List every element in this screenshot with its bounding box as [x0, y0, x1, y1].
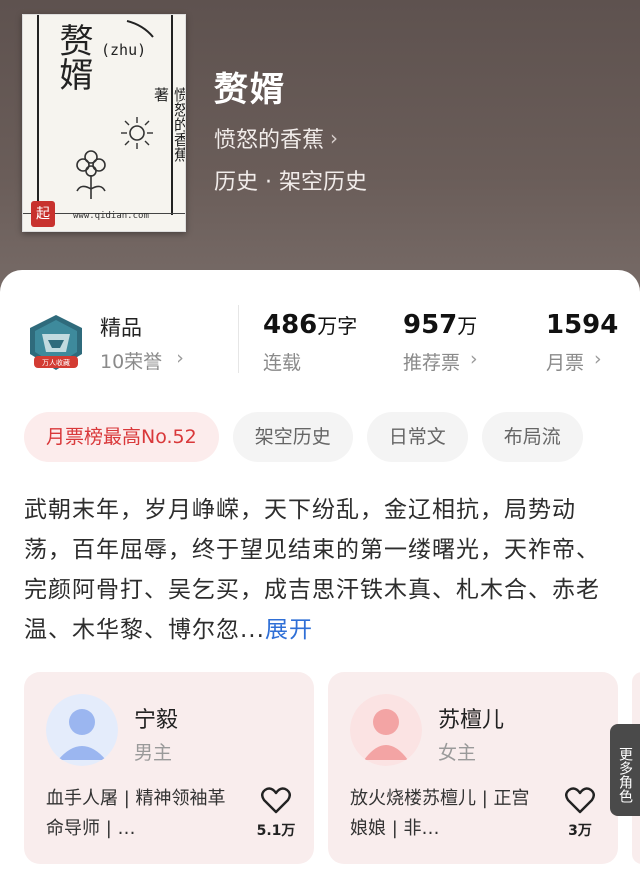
- recommend-label: 推荐票: [403, 352, 461, 374]
- like-count: 3万: [568, 823, 592, 839]
- monthly-label: 月票: [546, 352, 585, 374]
- tag-chip[interactable]: 架空历史: [232, 412, 353, 462]
- recommend-value: 957: [403, 310, 458, 340]
- book-genre[interactable]: 历史 · 架空历史: [214, 164, 367, 196]
- honors-count: 10荣誉: [100, 351, 163, 373]
- tag-chip[interactable]: 月票榜最高No.52: [24, 412, 219, 462]
- quality-title: 精品: [100, 316, 142, 340]
- more-roles-button[interactable]: 更多角色: [610, 724, 640, 816]
- synopsis: 武朝末年，岁月峥嵘，天下纷乱，金辽相抗，局势动荡，百年屈辱，终于望见结束的第一缕…: [24, 490, 620, 650]
- stat-recommend[interactable]: 957万 推荐票 ›: [403, 310, 478, 375]
- heart-icon: [565, 787, 595, 814]
- role-desc: 放火烧楼苏檀儿 | 正宫娘娘 | 非…: [350, 788, 530, 839]
- author-link[interactable]: 愤怒的香蕉 ›: [214, 122, 338, 154]
- recommend-unit: 万: [457, 314, 478, 338]
- book-cover[interactable]: 赘婿 (zhu) 愤怒的香蕉著 起 www.qidian.com: [22, 14, 186, 232]
- cover-site: www.qidian.com: [73, 211, 149, 221]
- svg-text:万人收藏: 万人收藏: [42, 358, 70, 367]
- like-button[interactable]: 5.1万: [252, 786, 300, 840]
- author-name: 愤怒的香蕉: [214, 128, 325, 153]
- role-card[interactable]: 宁毅 男主 血手人屠 | 精神领袖革命导师 | … 5.1万: [24, 672, 314, 864]
- cover-author: 愤怒的香蕉著: [152, 87, 186, 162]
- flower-icon: [76, 150, 106, 199]
- stat-words: 486万字 连载: [263, 310, 357, 375]
- avatar: [350, 694, 422, 766]
- like-count: 5.1万: [256, 823, 296, 839]
- stat-monthly[interactable]: 1594 月票 ›: [546, 310, 618, 375]
- cover-title: 赘婿: [53, 23, 93, 91]
- role-name: 宁毅: [134, 708, 179, 733]
- divider: [238, 305, 239, 373]
- sun-icon: [121, 117, 153, 149]
- flourish-icon: [126, 20, 154, 38]
- expand-link[interactable]: 展开: [265, 617, 313, 643]
- role-type: 女主: [438, 742, 477, 764]
- honors-link[interactable]: 10荣誉 ›: [100, 347, 184, 374]
- avatar: [46, 694, 118, 766]
- chevron-right-icon: ›: [470, 348, 478, 370]
- book-title: 赘婿: [214, 70, 286, 110]
- words-label: 连载: [263, 352, 302, 374]
- cover-stamp: 起: [31, 201, 55, 227]
- role-desc: 血手人屠 | 精神领袖革命导师 | …: [46, 788, 226, 839]
- chevron-right-icon: ›: [176, 347, 184, 369]
- words-unit: 万字: [317, 314, 358, 338]
- chevron-right-icon: ›: [594, 348, 602, 370]
- chevron-right-icon: ›: [330, 126, 339, 150]
- quality-badge-icon[interactable]: 万人收藏: [24, 312, 88, 376]
- role-name: 苏檀儿: [438, 708, 505, 733]
- tag-chip[interactable]: 日常文: [366, 412, 468, 462]
- tag-chip[interactable]: 布局流: [481, 412, 583, 462]
- heart-icon: [261, 787, 291, 814]
- role-card[interactable]: 苏檀儿 女主 放火烧楼苏檀儿 | 正宫娘娘 | 非… 3万: [328, 672, 618, 864]
- monthly-value: 1594: [546, 310, 619, 340]
- like-button[interactable]: 3万: [556, 786, 604, 840]
- tag-list: 月票榜最高No.52 架空历史 日常文 布局流: [24, 412, 583, 462]
- role-type: 男主: [134, 742, 173, 764]
- words-value: 486: [263, 310, 318, 340]
- cover-border-line: [37, 15, 39, 215]
